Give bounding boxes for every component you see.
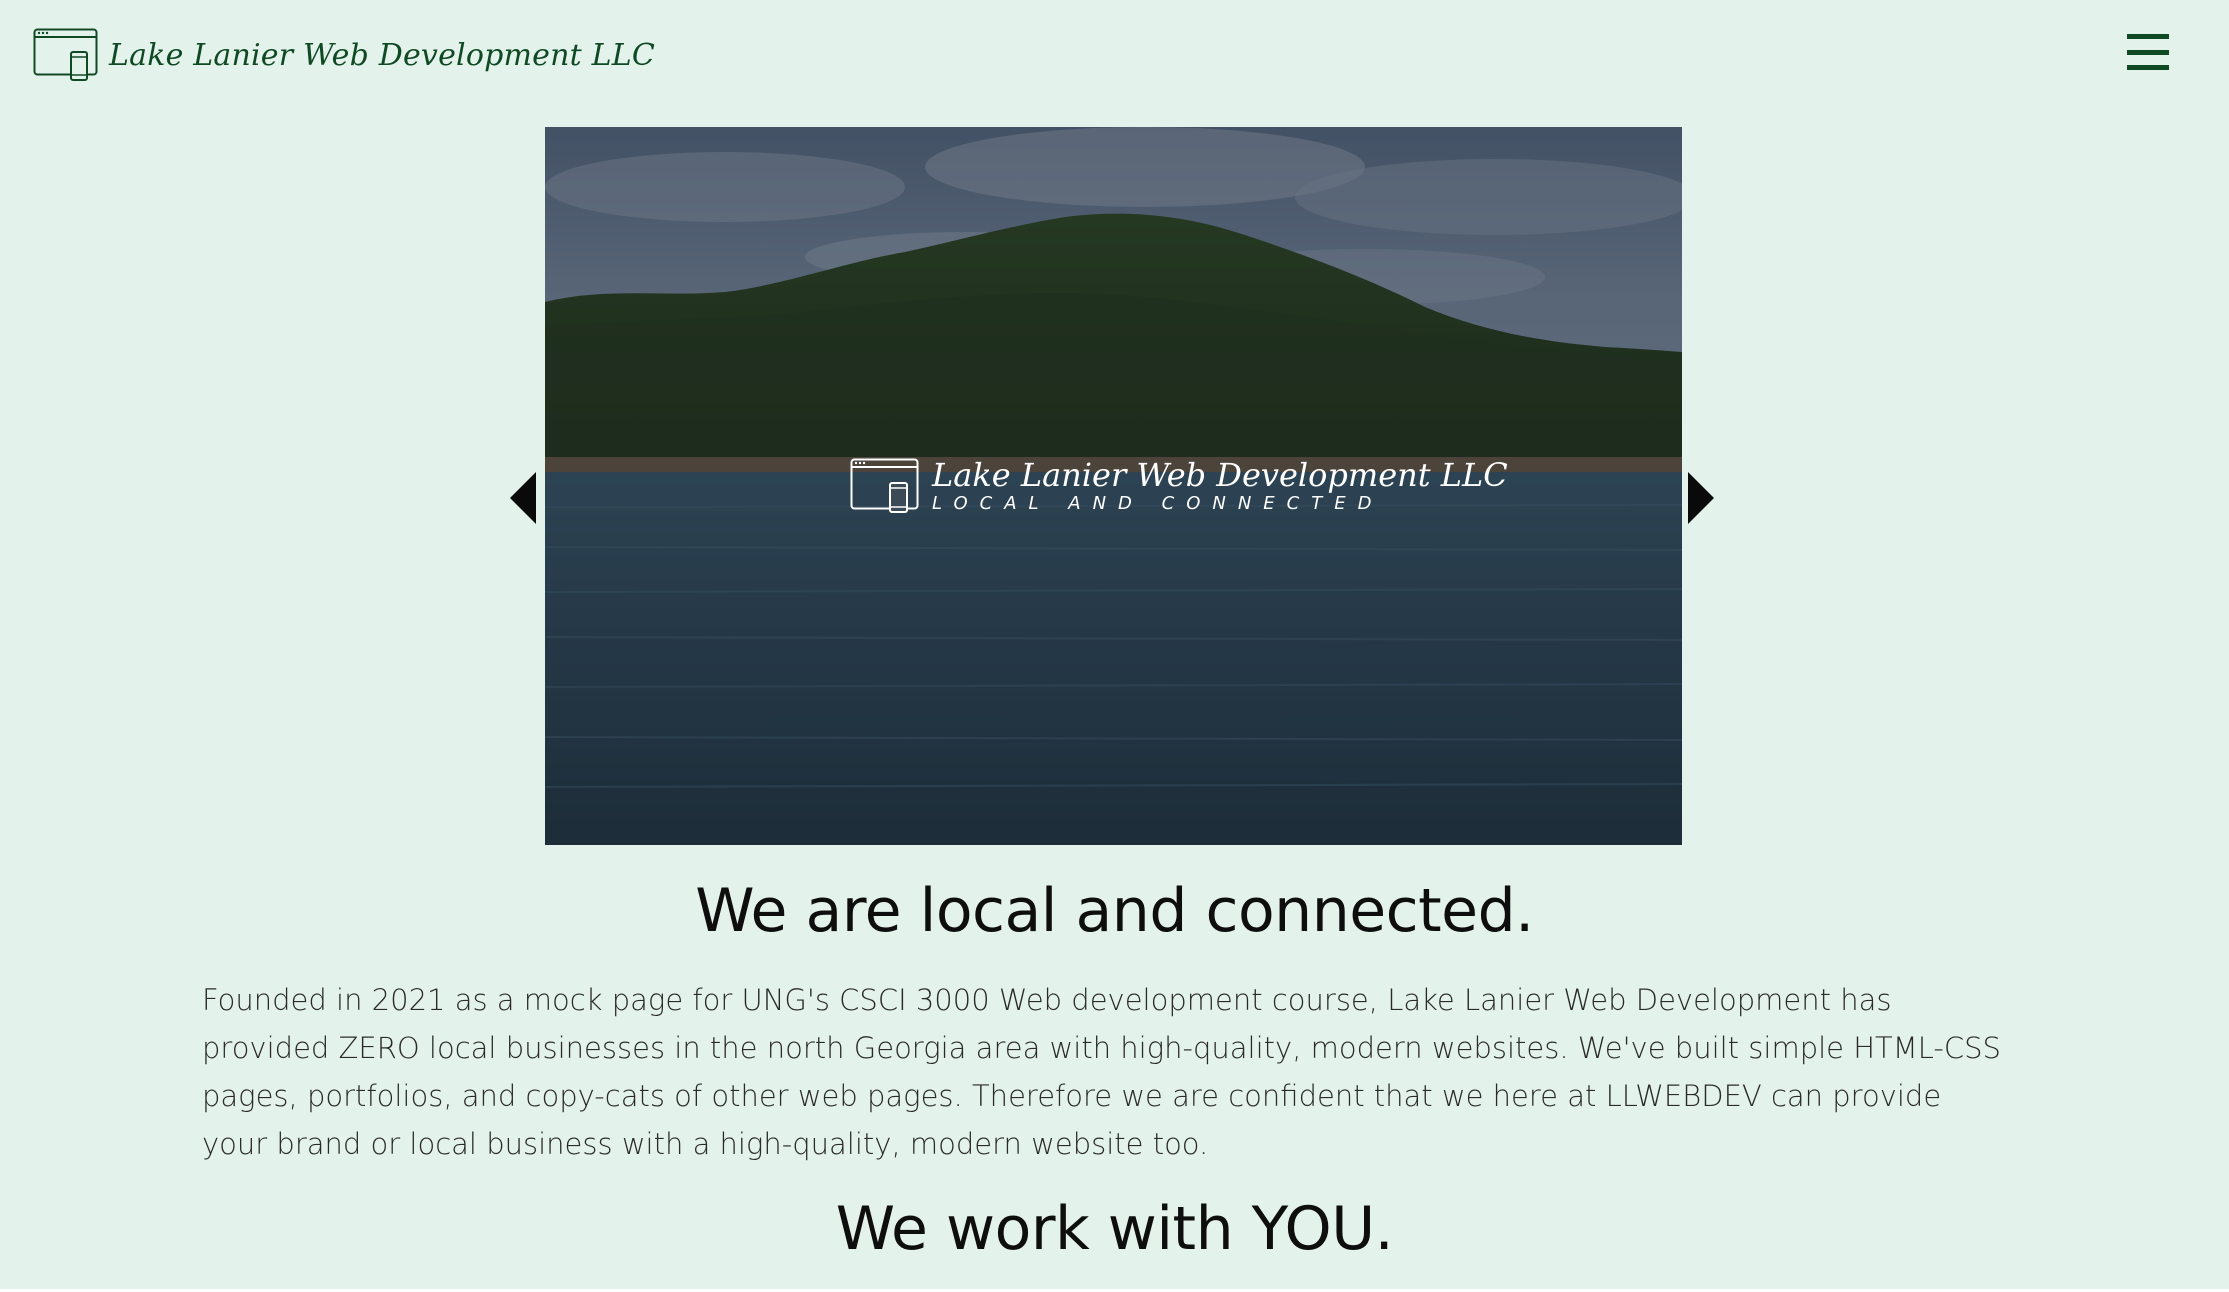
- menu-bar: [2127, 49, 2169, 55]
- site-header: Lake Lanier Web Development LLC: [0, 0, 2229, 110]
- slide-subtitle: LOCAL AND CONNECTED: [932, 493, 1384, 514]
- menu-bar: [2127, 34, 2169, 39]
- hamburger-menu-icon[interactable]: [2127, 32, 2169, 72]
- section-heading-local: We are local and connected.: [695, 876, 1534, 946]
- chevron-right-icon: [1688, 472, 1714, 524]
- slide-caption-text: Lake Lanier Web Development LLC LOCAL AN…: [932, 457, 1508, 515]
- menu-bar: [2127, 65, 2169, 70]
- section-heading-work: We work with YOU.: [835, 1194, 1394, 1264]
- brand-link[interactable]: Lake Lanier Web Development LLC: [33, 28, 655, 82]
- chevron-left-icon: [510, 472, 536, 524]
- slide-caption: Lake Lanier Web Development LLC LOCAL AN…: [850, 457, 1508, 515]
- carousel-next-button[interactable]: [1686, 470, 1716, 526]
- slide-title: Lake Lanier Web Development LLC: [932, 456, 1508, 494]
- browser-mobile-icon: [850, 458, 919, 513]
- intro-paragraph: Founded in 2021 as a mock page for UNG's…: [202, 983, 2001, 1161]
- carousel-prev-button[interactable]: [508, 470, 538, 526]
- brand-name: Lake Lanier Web Development LLC: [109, 37, 655, 73]
- hero-carousel: Lake Lanier Web Development LLC LOCAL AN…: [545, 127, 1682, 845]
- browser-mobile-icon: [33, 28, 98, 81]
